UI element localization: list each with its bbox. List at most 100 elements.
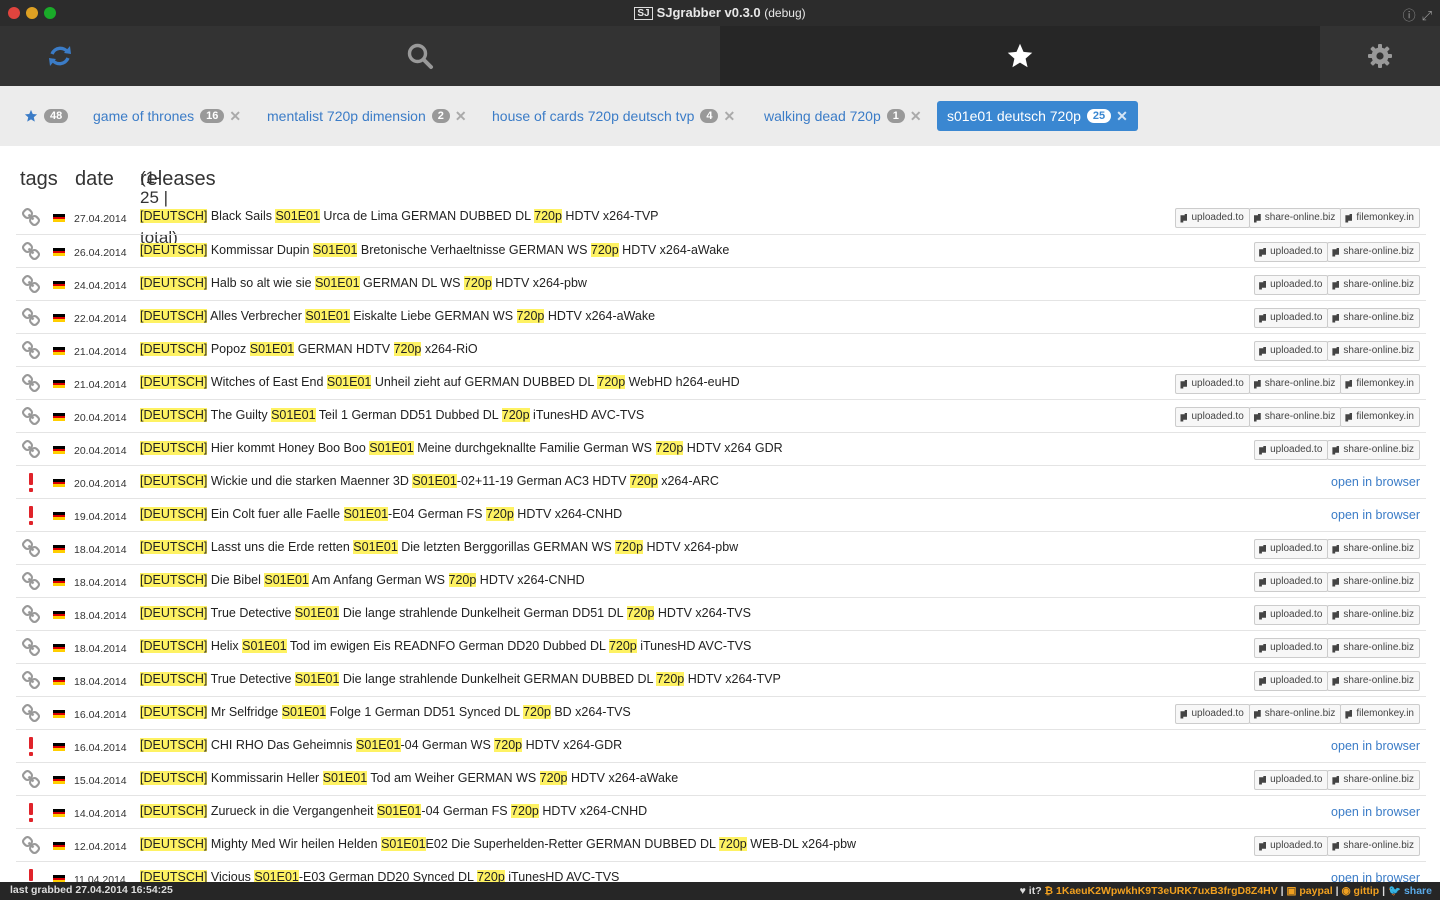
tag-mentalist[interactable]: mentalist 720p dimension 2 ✕: [267, 101, 467, 131]
host-button-filemonkey-in[interactable]: filemonkey.in: [1340, 704, 1420, 724]
host-button-group: uploaded.to share-online.biz: [1254, 440, 1420, 460]
host-button-uploaded-to[interactable]: uploaded.to: [1254, 770, 1329, 790]
header-tags: tags: [20, 168, 58, 190]
host-button-share-online-biz[interactable]: share-online.biz: [1327, 242, 1420, 262]
tag-house-of-cards[interactable]: house of cards 720p deutsch tvp 4 ✕: [492, 101, 735, 131]
host-button-group: uploaded.to share-online.biz filemonkey.in: [1175, 208, 1420, 228]
heart-icon: ♥: [1019, 885, 1026, 897]
nav-favorites-button[interactable]: [720, 26, 1320, 86]
open-in-browser-link[interactable]: open in browser: [1331, 871, 1420, 882]
nav-settings-button[interactable]: [1320, 26, 1440, 86]
release-date: 15.04.2014: [74, 775, 127, 787]
release-text: HDTV x264-CNHD: [513, 507, 623, 521]
remove-tag-icon[interactable]: ✕: [229, 108, 241, 125]
host-button-share-online-biz[interactable]: share-online.biz: [1248, 374, 1342, 394]
paypal-link[interactable]: paypal: [1299, 885, 1332, 897]
tag-favorites[interactable]: 48: [24, 101, 69, 131]
host-button-share-online-biz[interactable]: share-online.biz: [1327, 605, 1420, 625]
window-title: SJ SJgrabber v0.3.0 (debug): [0, 5, 1440, 20]
tag-walking-dead[interactable]: walking dead 720p 1 ✕: [764, 101, 922, 131]
link-icon: [21, 604, 41, 624]
host-button-share-online-biz[interactable]: share-online.biz: [1248, 208, 1342, 228]
gear-icon: [1368, 44, 1392, 68]
info-icon[interactable]: ⓘ: [1403, 8, 1416, 23]
title-bar: SJ SJgrabber v0.3.0 (debug) ⓘ ⤢: [0, 0, 1440, 26]
host-button-uploaded-to[interactable]: uploaded.to: [1254, 605, 1329, 625]
match-highlight: S01E01: [312, 243, 358, 257]
remove-tag-icon[interactable]: ✕: [455, 108, 467, 125]
release-text: Die letzten Berggorillas GERMAN WS: [397, 540, 616, 554]
release-text: iTunesHD AVC-TVS: [504, 870, 620, 882]
host-button-uploaded-to[interactable]: uploaded.to: [1254, 638, 1329, 658]
open-in-browser-link[interactable]: open in browser: [1331, 805, 1420, 819]
fullscreen-icon[interactable]: ⤢: [1422, 8, 1432, 23]
match-highlight: 720p: [511, 804, 539, 818]
host-button-uploaded-to[interactable]: uploaded.to: [1175, 407, 1250, 427]
host-button-uploaded-to[interactable]: uploaded.to: [1254, 671, 1329, 691]
host-button-group: uploaded.to share-online.biz: [1254, 671, 1420, 691]
host-button-share-online-biz[interactable]: share-online.biz: [1327, 440, 1420, 460]
alert-icon: [22, 506, 40, 525]
host-button-uploaded-to[interactable]: uploaded.to: [1254, 308, 1329, 328]
host-button-uploaded-to[interactable]: uploaded.to: [1254, 836, 1329, 856]
release-name: [DEUTSCH] Kommissar Dupin S01E01 Bretoni…: [140, 243, 729, 257]
host-button-filemonkey-in[interactable]: filemonkey.in: [1340, 374, 1420, 394]
open-in-browser-link[interactable]: open in browser: [1331, 739, 1420, 753]
match-highlight: [DEUTSCH]: [140, 540, 208, 554]
release-date: 12.04.2014: [74, 841, 127, 853]
host-button-uploaded-to[interactable]: uploaded.to: [1254, 242, 1329, 262]
german-flag-icon: [53, 413, 65, 421]
release-row: 20.04.2014 [DEUTSCH] Hier kommt Honey Boo…: [16, 432, 1426, 465]
release-text: HDTV x264-pbw: [491, 276, 587, 290]
release-text: -04 German WS: [400, 738, 495, 752]
status-bar: last grabbed 27.04.2014 16:54:25 ♥ it? ₿…: [0, 882, 1440, 900]
host-button-uploaded-to[interactable]: uploaded.to: [1175, 374, 1250, 394]
host-button-filemonkey-in[interactable]: filemonkey.in: [1340, 407, 1420, 427]
host-button-uploaded-to[interactable]: uploaded.to: [1254, 572, 1329, 592]
host-button-share-online-biz[interactable]: share-online.biz: [1327, 275, 1420, 295]
remove-tag-icon[interactable]: ✕: [910, 108, 922, 125]
bitcoin-address[interactable]: 1KaeuK2WpwkhK9T3eURK7uxB3frgD8Z4HV: [1056, 885, 1278, 897]
host-button-share-online-biz[interactable]: share-online.biz: [1327, 308, 1420, 328]
nav-refresh-button[interactable]: [0, 26, 120, 86]
host-button-share-online-biz[interactable]: share-online.biz: [1327, 539, 1420, 559]
host-button-share-online-biz[interactable]: share-online.biz: [1327, 638, 1420, 658]
host-button-uploaded-to[interactable]: uploaded.to: [1254, 275, 1329, 295]
host-button-uploaded-to[interactable]: uploaded.to: [1254, 440, 1329, 460]
match-highlight: 720p: [615, 540, 644, 554]
release-date: 24.04.2014: [74, 280, 127, 292]
release-date: 16.04.2014: [74, 742, 127, 754]
host-button-share-online-biz[interactable]: share-online.biz: [1248, 407, 1342, 427]
share-link[interactable]: share: [1404, 885, 1432, 897]
host-button-share-online-biz[interactable]: share-online.biz: [1327, 770, 1420, 790]
open-in-browser-link[interactable]: open in browser: [1331, 508, 1420, 522]
tag-game-of-thrones[interactable]: game of thrones 16 ✕: [93, 101, 241, 131]
host-button-share-online-biz[interactable]: share-online.biz: [1327, 341, 1420, 361]
remove-tag-icon[interactable]: ✕: [1116, 108, 1128, 125]
host-button-uploaded-to[interactable]: uploaded.to: [1254, 539, 1329, 559]
release-date: 21.04.2014: [74, 379, 127, 391]
release-name: [DEUTSCH] Alles Verbrecher S01E01 Eiskal…: [140, 309, 655, 323]
host-button-share-online-biz[interactable]: share-online.biz: [1327, 572, 1420, 592]
release-text: Lasst uns die Erde retten: [207, 540, 354, 554]
host-button-share-online-biz[interactable]: share-online.biz: [1248, 704, 1342, 724]
host-button-uploaded-to[interactable]: uploaded.to: [1254, 341, 1329, 361]
host-button-share-online-biz[interactable]: share-online.biz: [1327, 671, 1420, 691]
host-button-share-online-biz[interactable]: share-online.biz: [1327, 836, 1420, 856]
host-button-uploaded-to[interactable]: uploaded.to: [1175, 704, 1250, 724]
host-button-uploaded-to[interactable]: uploaded.to: [1175, 208, 1250, 228]
tag-count-badge: 48: [44, 109, 69, 123]
release-row: 11.04.2014 [DEUTSCH] Vicious S01E01-E03 G…: [16, 861, 1426, 882]
nav-search-button[interactable]: [120, 26, 720, 86]
open-in-browser-link[interactable]: open in browser: [1331, 475, 1420, 489]
release-list: 27.04.2014 [DEUTSCH] Black Sails S01E01 U…: [16, 201, 1426, 882]
release-text: Die lange strahlende Dunkelheit German D…: [339, 606, 627, 620]
remove-tag-icon[interactable]: ✕: [723, 108, 735, 125]
gittip-link[interactable]: gittip: [1354, 885, 1380, 897]
release-name: [DEUTSCH] Helix S01E01 Tod im ewigen Eis…: [140, 639, 751, 653]
match-highlight: [DEUTSCH]: [140, 606, 208, 620]
alert-icon: [22, 803, 40, 822]
host-button-filemonkey-in[interactable]: filemonkey.in: [1340, 208, 1420, 228]
release-text: Tod im ewigen Eis READNFO German DD20 Du…: [286, 639, 609, 653]
tag-s01e01[interactable]: s01e01 deutsch 720p 25 ✕: [937, 101, 1138, 131]
